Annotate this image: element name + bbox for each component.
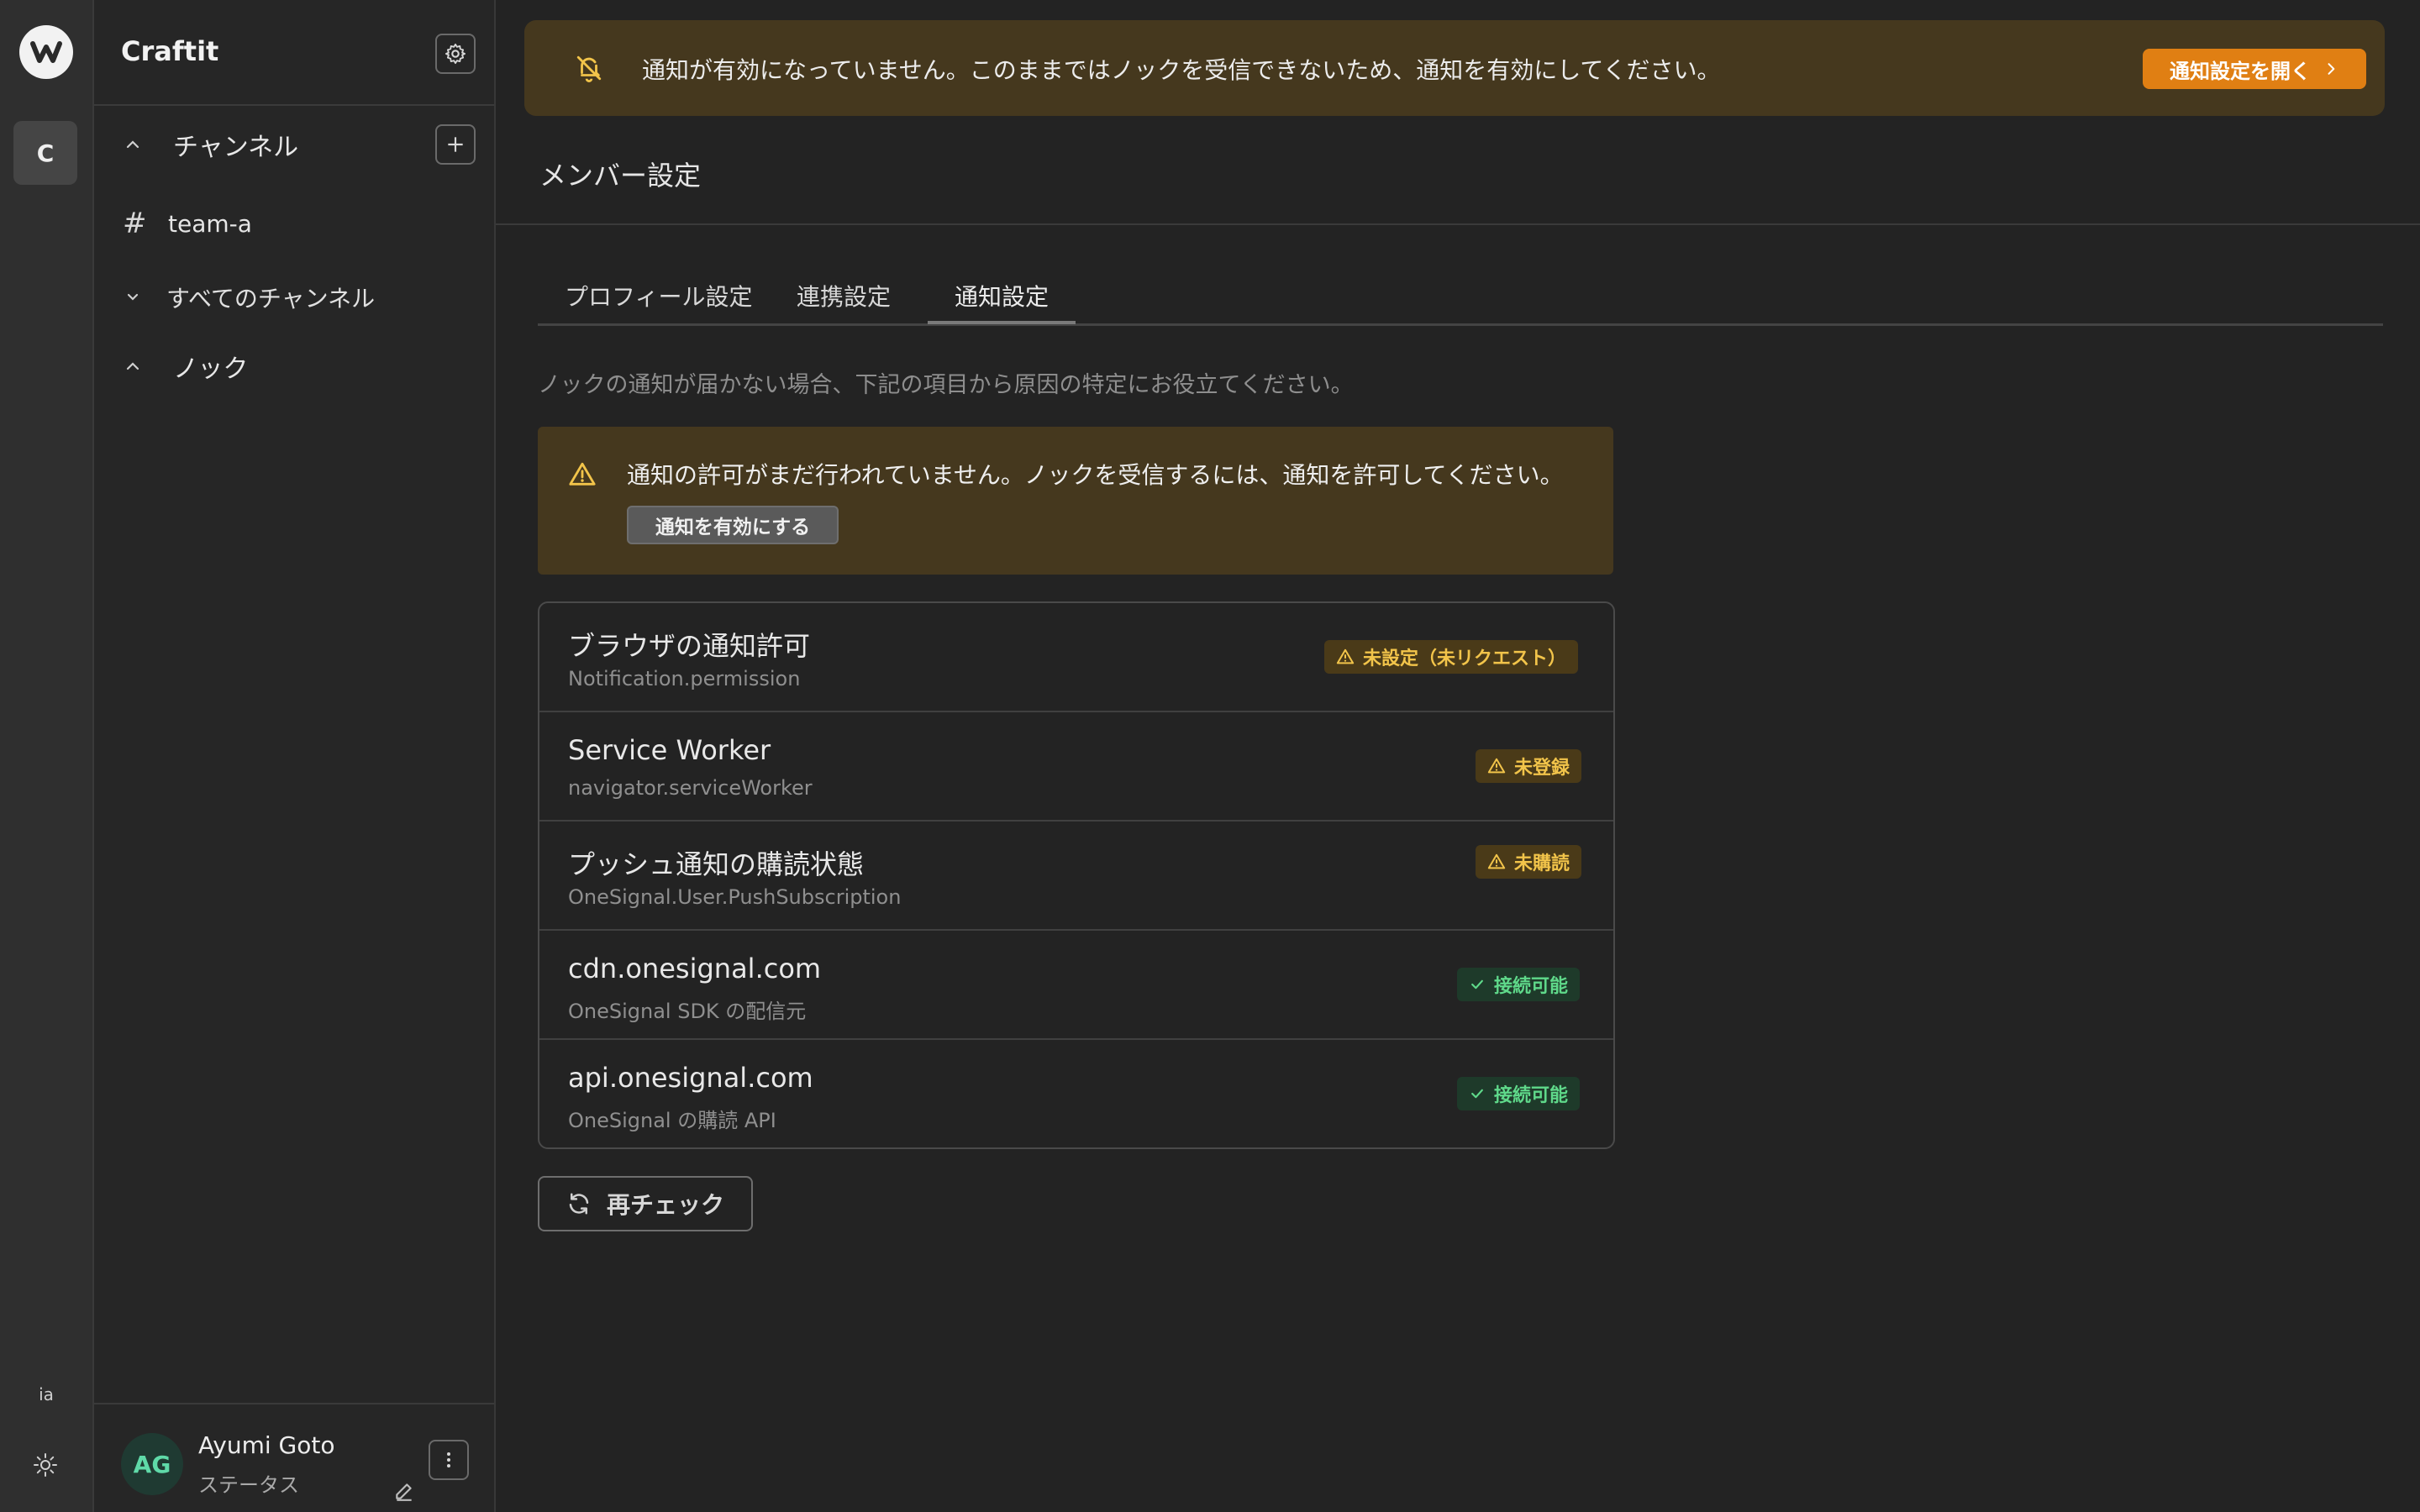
status-text: 接続可能	[1494, 976, 1569, 997]
status-text: 接続可能	[1494, 1085, 1569, 1106]
check-title: cdn.onesignal.com	[568, 953, 822, 984]
all-channels-section[interactable]: すべてのチャンネル	[94, 272, 494, 323]
plus-icon	[448, 137, 463, 152]
more-vertical-icon	[447, 1452, 450, 1467]
edit-status-icon[interactable]	[393, 1480, 415, 1502]
warning-icon	[1487, 758, 1506, 774]
workspace-switcher[interactable]: C	[13, 121, 77, 185]
warning-icon	[1487, 853, 1506, 869]
add-channel-button[interactable]	[435, 124, 476, 165]
status-text: 未購読	[1514, 853, 1570, 874]
enable-notifications-button[interactable]: 通知を有効にする	[627, 506, 839, 544]
check-title: プッシュ通知の購読状態	[568, 848, 865, 880]
notification-hint: ノックの通知が届かない場合、下記の項目から原因の特定にお役立てください。	[538, 372, 1354, 398]
status-text: 未登録	[1514, 758, 1570, 779]
recheck-button[interactable]: 再チェック	[538, 1176, 753, 1231]
check-subtitle: OneSignal.User.PushSubscription	[568, 885, 902, 909]
chevron-up-icon	[126, 362, 139, 370]
check-title: api.onesignal.com	[568, 1062, 813, 1094]
theme-toggle-icon[interactable]	[32, 1452, 59, 1478]
check-icon	[1471, 1089, 1483, 1099]
main-content: 通知が有効になっていません。このままではノックを受信できないため、通知を有効にし…	[496, 0, 2420, 1512]
user-name: Ayumi Goto	[198, 1431, 335, 1459]
hash-icon: #	[123, 207, 147, 240]
sidebar: Craftit チャンネル # team-a すべてのチャンネル ノック AG …	[94, 0, 496, 1512]
workspace-settings-button[interactable]	[435, 34, 476, 74]
avatar[interactable]: AG	[121, 1433, 183, 1495]
warning-icon	[569, 462, 596, 486]
settings-tabs: プロフィール設定 連携設定 通知設定	[538, 269, 2383, 326]
list-item: cdn.onesignal.com OneSignal SDK の配信元 接続可…	[539, 931, 1613, 1040]
knock-label: ノック	[173, 354, 249, 384]
tab-profile[interactable]: プロフィール設定	[565, 279, 752, 326]
all-channels-label: すべてのチャンネル	[166, 285, 376, 312]
chevron-down-icon	[127, 293, 139, 301]
user-status[interactable]: ステータス	[198, 1468, 299, 1498]
list-item: Service Worker navigator.serviceWorker 未…	[539, 712, 1613, 822]
open-notification-settings-button[interactable]: 通知設定を開く	[2143, 49, 2366, 89]
bell-off-icon	[576, 55, 602, 82]
check-icon	[1471, 979, 1483, 990]
chevron-right-icon	[2328, 63, 2335, 75]
channels-section-header[interactable]: チャンネル	[94, 119, 494, 170]
user-menu-button[interactable]	[429, 1440, 469, 1480]
status-text: 未設定（未リクエスト）	[1363, 648, 1567, 669]
notification-disabled-banner: 通知が有効になっていません。このままではノックを受信できないため、通知を有効にし…	[524, 20, 2385, 116]
workspace-title: Craftit	[121, 35, 219, 67]
banner-message: 通知が有効になっていません。このままではノックを受信できないため、通知を有効にし…	[642, 56, 1721, 84]
check-subtitle: OneSignal SDK の配信元	[568, 1000, 807, 1023]
chevron-up-icon	[126, 140, 139, 149]
tab-integrations[interactable]: 連携設定	[797, 279, 891, 326]
list-item: ブラウザの通知許可 Notification.permission 未設定（未リ…	[539, 603, 1613, 712]
check-title: Service Worker	[568, 734, 771, 766]
permission-warning: 通知の許可がまだ行われていません。ノックを受信するには、通知を許可してください。…	[538, 427, 1613, 575]
channel-name: team-a	[168, 209, 252, 238]
check-title: ブラウザの通知許可	[568, 630, 811, 662]
divider	[496, 223, 2420, 225]
status-badge: 接続可能	[1457, 1077, 1581, 1110]
app-logo-icon[interactable]	[19, 25, 73, 79]
status-badge: 未購読	[1476, 845, 1582, 879]
knock-section-header[interactable]: ノック	[94, 341, 494, 391]
workspace-rail: C ia	[0, 0, 94, 1512]
active-tab-indicator	[928, 321, 1076, 324]
check-subtitle: Notification.permission	[568, 667, 801, 690]
status-badge: 未登録	[1476, 749, 1582, 783]
tab-notifications[interactable]: 通知設定	[955, 279, 1049, 326]
check-subtitle: navigator.serviceWorker	[568, 776, 813, 800]
button-label: 通知設定を開く	[2170, 59, 2311, 83]
page-title: メンバー設定	[539, 160, 702, 192]
gear-icon	[445, 43, 466, 65]
user-panel: AG Ayumi Goto ステータス	[94, 1403, 494, 1512]
list-item: プッシュ通知の購読状態 OneSignal.User.PushSubscript…	[539, 822, 1613, 931]
list-item: api.onesignal.com OneSignal の購読 API 接続可能	[539, 1040, 1613, 1147]
warning-icon	[1336, 648, 1355, 664]
status-badge: 未設定（未リクエスト）	[1324, 640, 1579, 674]
sidebar-item-team-a[interactable]: # team-a	[94, 198, 494, 249]
rail-label[interactable]: ia	[0, 1384, 92, 1404]
status-badge: 接続可能	[1457, 968, 1581, 1001]
diagnostics-list: ブラウザの通知許可 Notification.permission 未設定（未リ…	[538, 601, 1615, 1149]
warning-message: 通知の許可がまだ行われていません。ノックを受信するには、通知を許可してください。	[627, 461, 1564, 489]
sidebar-header: Craftit	[94, 0, 494, 106]
recheck-label: 再チェック	[606, 1191, 724, 1219]
channels-label: チャンネル	[173, 133, 299, 162]
refresh-icon	[569, 1193, 589, 1215]
check-subtitle: OneSignal の購読 API	[568, 1109, 776, 1132]
